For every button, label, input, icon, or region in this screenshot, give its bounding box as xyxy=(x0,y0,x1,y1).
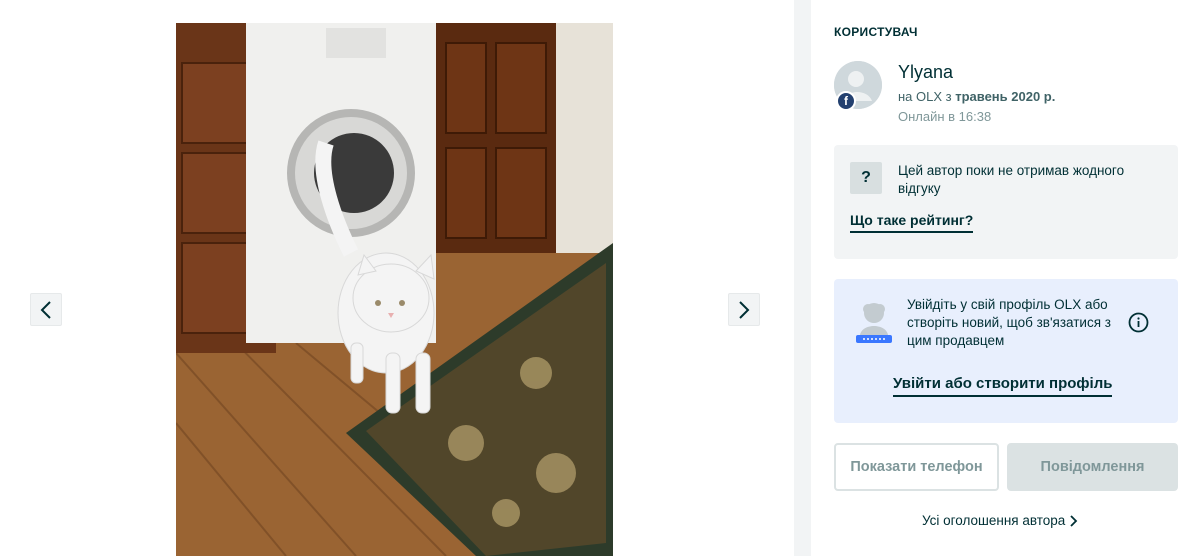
login-illustration-icon xyxy=(856,303,892,343)
previous-photo-button[interactable] xyxy=(30,293,62,326)
question-icon: ? xyxy=(850,162,882,194)
page: КОРИСТУВАЧ f Ylyana на OLX з травень 202… xyxy=(0,0,1199,556)
chevron-left-icon xyxy=(40,300,51,319)
info-icon[interactable] xyxy=(1128,312,1149,333)
rating-box: ? Цей автор поки не отримав жодного відг… xyxy=(834,145,1178,259)
show-phone-button[interactable]: Показати телефон xyxy=(834,443,999,491)
photo-gallery xyxy=(0,0,794,556)
column-divider xyxy=(794,0,811,556)
message-button[interactable]: Повідомлення xyxy=(1007,443,1178,491)
all-seller-ads-link[interactable]: Усі оголошення автора xyxy=(922,513,1079,528)
login-prompt-text: Увійдіть у свій профіль OLX або створіть… xyxy=(907,297,1111,348)
what-is-rating-link[interactable]: Що таке рейтинг? xyxy=(850,212,974,233)
cat-photo-illustration xyxy=(176,23,613,556)
member-since: на OLX з травень 2020 р. xyxy=(898,89,1055,104)
seller-sidebar: КОРИСТУВАЧ f Ylyana на OLX з травень 202… xyxy=(811,0,1199,556)
rating-text: Цей автор поки не отримав жодного відгук… xyxy=(898,163,1125,196)
member-since-date: травень 2020 р. xyxy=(955,89,1056,104)
member-since-prefix: на OLX з xyxy=(898,89,956,104)
last-online: Онлайн в 16:38 xyxy=(898,109,992,124)
listing-photo[interactable] xyxy=(176,23,613,556)
seller-section-title: КОРИСТУВАЧ xyxy=(834,25,918,39)
all-seller-ads-label: Усі оголошення автора xyxy=(922,513,1066,528)
next-photo-button[interactable] xyxy=(728,293,760,326)
seller-name[interactable]: Ylyana xyxy=(898,62,953,83)
login-or-register-link[interactable]: Увійти або створити профіль xyxy=(893,375,1113,397)
facebook-icon: f xyxy=(836,91,856,111)
chevron-right-icon xyxy=(1070,514,1078,527)
chevron-right-icon xyxy=(739,300,750,319)
login-prompt-box: Увійдіть у свій профіль OLX або створіть… xyxy=(834,279,1178,423)
